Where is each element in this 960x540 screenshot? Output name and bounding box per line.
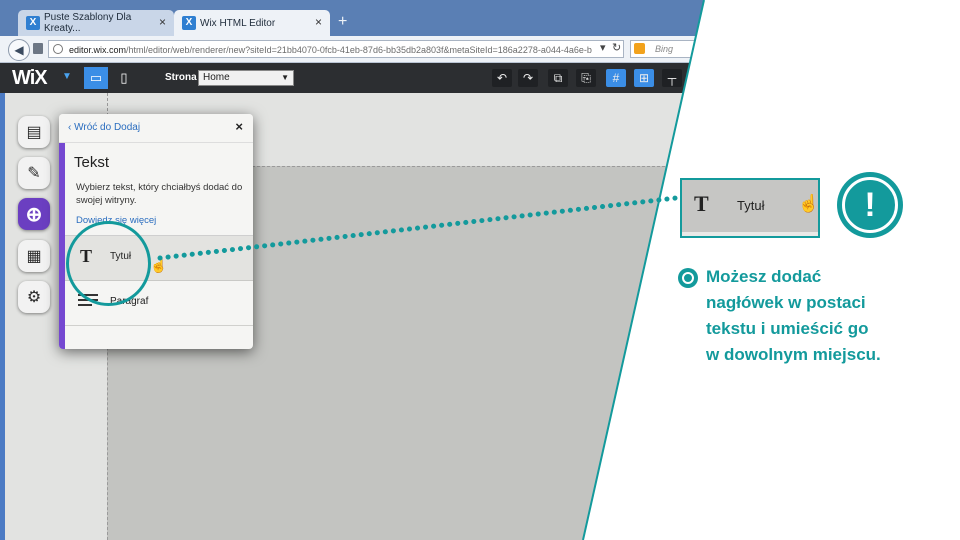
preview-label: Tytuł [737,198,765,213]
hand-cursor-icon: ☝ [798,194,820,213]
callout-line: Możesz dodać [706,267,822,286]
callout-line: w dowolnym miejscu. [706,345,881,364]
title-item-preview: T Tytuł ☝ [680,178,820,238]
exclamation-icon: ! [837,172,903,238]
text-title-icon: T [694,191,709,216]
bullet-dot [682,272,694,284]
callout-line: nagłówek w postaci [706,293,866,312]
exclamation-ring: ! [842,177,898,233]
callout-line: tekstu i umieścić go [706,319,869,338]
callout-text: Możesz dodać nagłówek w postaci tekstu i… [706,264,946,368]
bullet-icon [678,268,698,288]
stage: X Puste Szablony Dla Kreaty... × X Wix H… [0,0,960,540]
exclamation-mark: ! [864,186,876,224]
preview-bottom-strip [682,232,818,236]
